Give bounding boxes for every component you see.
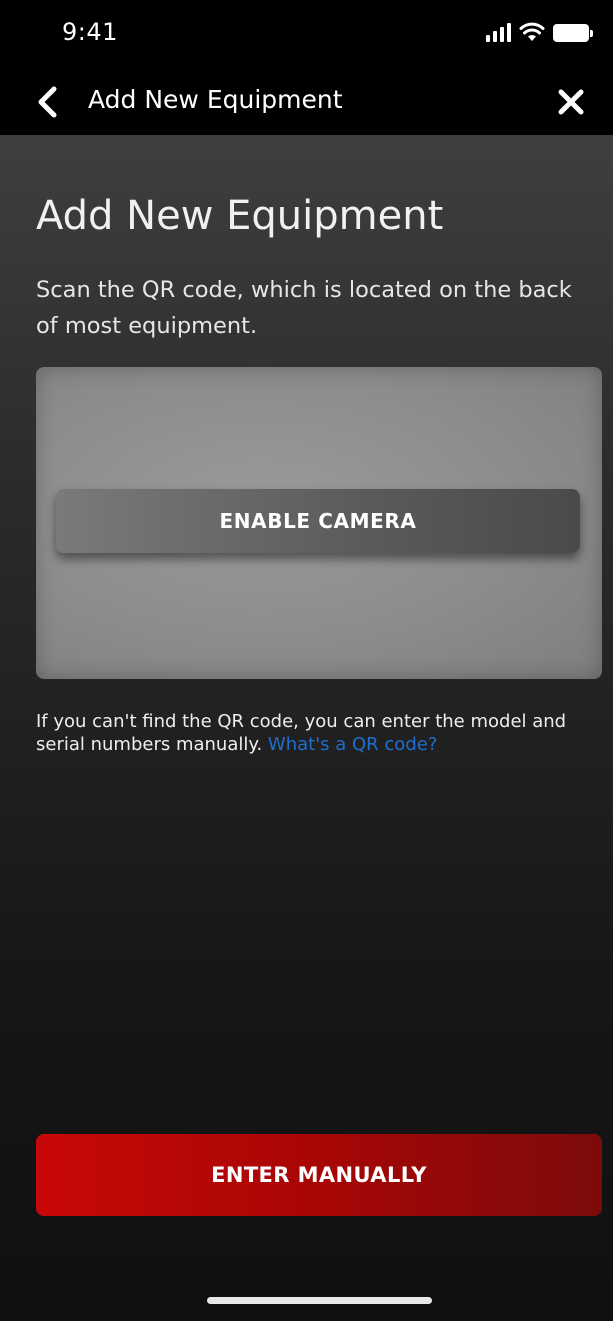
wifi-icon xyxy=(519,22,545,42)
manual-entry-help: If you can't find the QR code, you can e… xyxy=(36,710,602,756)
enter-manually-button[interactable]: ENTER MANUALLY xyxy=(36,1134,602,1216)
battery-icon xyxy=(553,24,593,42)
home-indicator xyxy=(207,1297,432,1304)
page-title: Add New Equipment xyxy=(36,193,444,239)
close-button[interactable] xyxy=(551,80,591,124)
whats-a-qr-code-link[interactable]: What's a QR code? xyxy=(268,734,437,755)
status-icons xyxy=(486,20,593,42)
enable-camera-button[interactable]: ENABLE CAMERA xyxy=(56,489,580,553)
app-screen: 9:41 Add New Equipment Add New Equipment… xyxy=(0,0,613,1321)
back-button[interactable] xyxy=(32,80,62,124)
chevron-left-icon xyxy=(38,86,57,118)
status-bar: 9:41 xyxy=(0,0,613,68)
navigation-bar: Add New Equipment xyxy=(0,68,613,135)
status-time: 9:41 xyxy=(62,18,118,46)
camera-preview-panel: ENABLE CAMERA xyxy=(36,367,602,679)
close-icon xyxy=(558,89,584,115)
scan-instructions: Scan the QR code, which is located on th… xyxy=(36,277,572,339)
signal-icon xyxy=(486,22,511,42)
nav-title: Add New Equipment xyxy=(88,85,343,114)
